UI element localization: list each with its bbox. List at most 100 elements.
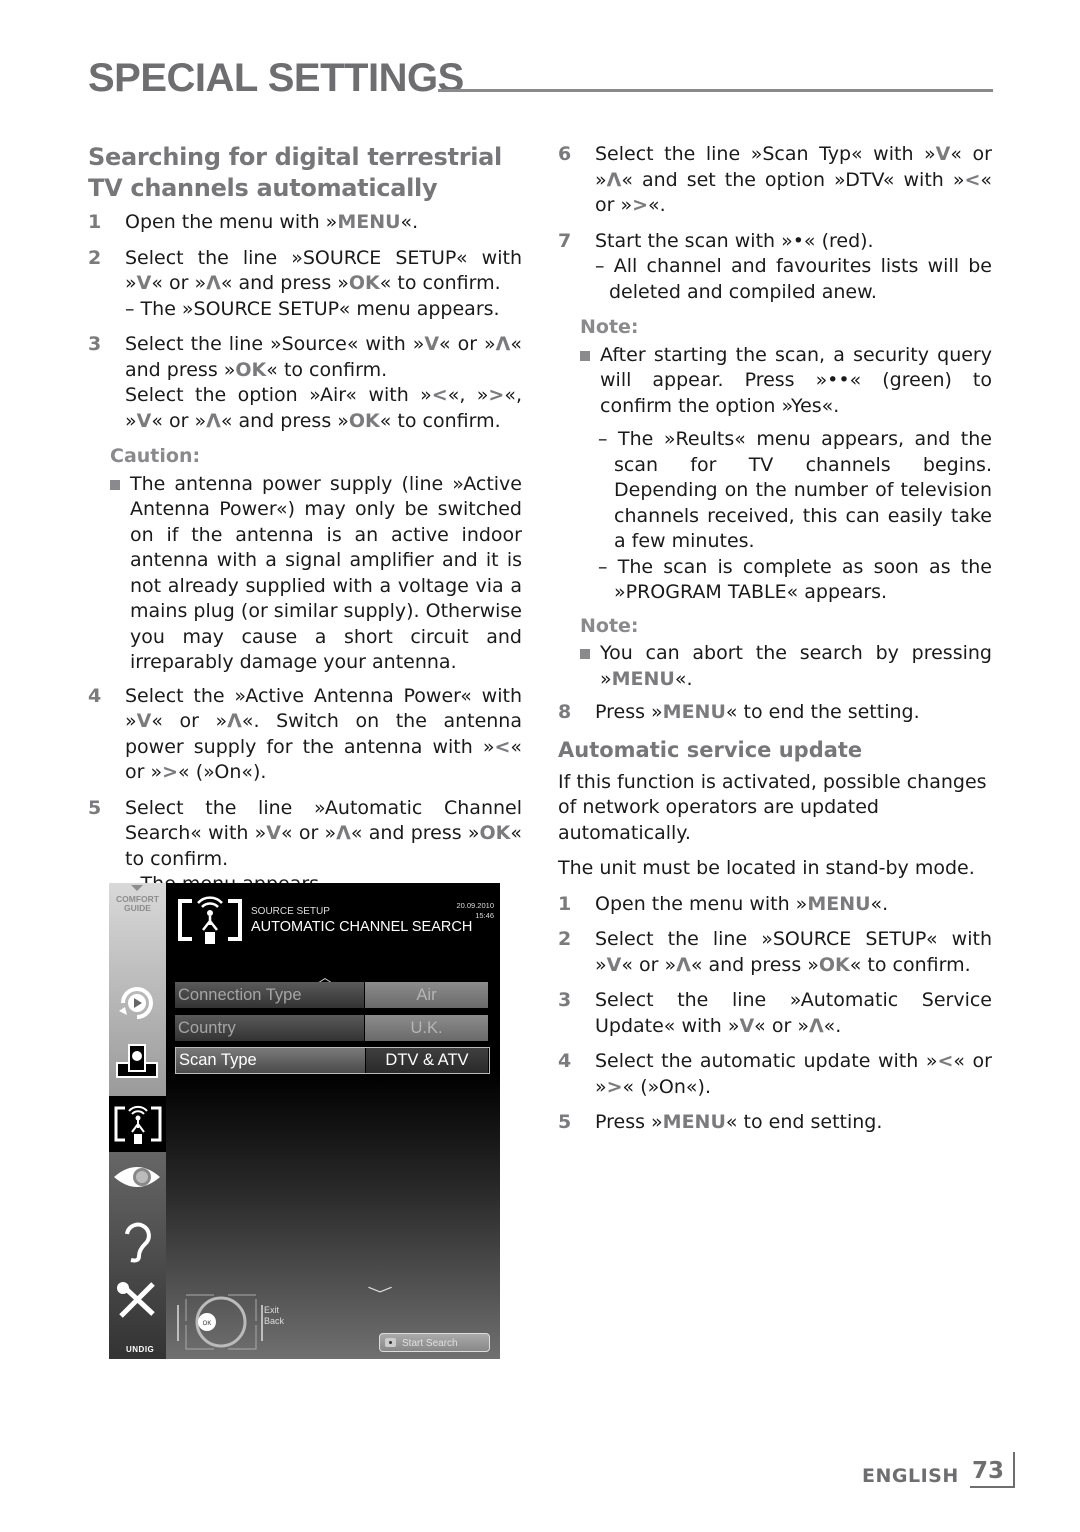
step-result: – All channel and favourites lists will … bbox=[595, 255, 992, 303]
footer-rule bbox=[970, 1486, 1014, 1488]
remote-key-label: OK bbox=[235, 358, 267, 381]
step-text: Select the line »Automatic Channel Searc… bbox=[125, 796, 522, 870]
step-number: 2 bbox=[558, 928, 572, 950]
step-detail: Select the option »Air« with »<«, »>«, »… bbox=[125, 384, 522, 432]
step-4: 4 Select the »Active Antenna Power« with… bbox=[88, 684, 522, 786]
source-play-icon bbox=[119, 987, 153, 1019]
remote-key-icon: V bbox=[136, 710, 152, 732]
row-label: Scan Type bbox=[176, 1048, 365, 1073]
remote-ok-label: OK bbox=[203, 1321, 212, 1327]
tv-menu-panel: SOURCE SETUP AUTOMATIC CHANNEL SEARCH 20… bbox=[166, 883, 500, 1359]
intro-paragraph: If this function is activated, possible … bbox=[558, 770, 987, 844]
menu-row-connection-type[interactable]: Connection Type Air bbox=[175, 982, 488, 1008]
step-1: 1 Open the menu with »MENU«. bbox=[88, 210, 522, 236]
step-number: 4 bbox=[88, 684, 102, 707]
ear-sound-icon[interactable] bbox=[119, 1220, 155, 1264]
remote-key-icon: Λ bbox=[206, 409, 221, 432]
remote-key-icon: > bbox=[606, 1075, 623, 1098]
page-title: SPECIAL SETTINGS bbox=[88, 56, 464, 100]
scroll-down-icon[interactable]: ﹀ bbox=[367, 1281, 393, 1305]
antenna-source-icon bbox=[114, 1105, 162, 1144]
step-text: Select the line »Automatic Service Updat… bbox=[595, 989, 992, 1037]
remote-key-icon: Λ bbox=[676, 953, 691, 976]
row-label: Country bbox=[175, 1015, 364, 1041]
remote-key-icon: < bbox=[494, 735, 511, 758]
remote-key-icon: V bbox=[136, 272, 152, 294]
step-number: 2 bbox=[88, 246, 102, 269]
step-text: Select the automatic update with »<« or … bbox=[595, 1050, 992, 1098]
note-label: Note: bbox=[580, 316, 639, 338]
note-bullet: After starting the scan, a security quer… bbox=[558, 343, 992, 420]
remote-key-icon: Λ bbox=[336, 822, 351, 844]
page-number: 73 bbox=[972, 1458, 1005, 1484]
step-text: Open the menu with »MENU«. bbox=[595, 892, 889, 915]
tv-menu-screenshot: COMFORT GUIDE UNDIG SOURCE SETUP AUTOMAT… bbox=[109, 883, 500, 1359]
update-step-4: 4 Select the automatic update with »<« o… bbox=[558, 1049, 992, 1100]
step-number: 1 bbox=[88, 211, 102, 233]
start-search-label: Start Search bbox=[402, 1338, 458, 1349]
row-label: Connection Type bbox=[175, 982, 364, 1008]
remote-key-label: OK bbox=[348, 272, 380, 294]
row-value: DTV & ATV bbox=[366, 1048, 488, 1073]
remote-key-label: MENU bbox=[662, 701, 726, 723]
remote-key-icon: Λ bbox=[606, 168, 622, 191]
remote-key-label: OK bbox=[818, 953, 850, 976]
step-text: Press »MENU« to end setting. bbox=[595, 1111, 883, 1133]
step-text: Select the line »SOURCE SETUP« with »V« … bbox=[125, 246, 522, 295]
menu-row-country[interactable]: Country U.K. bbox=[175, 1015, 488, 1041]
step-6: 6 Select the line »Scan Typ« with »V« or… bbox=[558, 142, 992, 219]
remote-key-icon: > bbox=[162, 761, 179, 783]
step-number: 4 bbox=[558, 1050, 572, 1072]
start-search-button[interactable]: Start Search bbox=[379, 1333, 490, 1352]
remote-key-label: MENU bbox=[662, 1111, 726, 1133]
step-2: 2 Select the line »SOURCE SETUP« with »V… bbox=[88, 246, 522, 323]
exit-hint: Exit bbox=[264, 1305, 280, 1315]
sidebar-lower: UNDIG bbox=[109, 1152, 166, 1359]
update-step-3: 3 Select the line »Automatic Service Upd… bbox=[558, 988, 992, 1039]
date-time: 20.09.2010 15:46 bbox=[456, 901, 494, 921]
row-value: U.K. bbox=[365, 1015, 488, 1041]
comfort-guide-label: COMFORT GUIDE bbox=[116, 894, 159, 913]
remote-key-label: MENU bbox=[611, 667, 675, 690]
eye-picture-icon[interactable] bbox=[112, 1162, 162, 1192]
remote-key-icon: V bbox=[424, 333, 440, 355]
tv-sidebar: COMFORT GUIDE UNDIG bbox=[109, 883, 166, 1359]
step-number: 8 bbox=[558, 701, 572, 723]
remote-key-icon: V bbox=[739, 1014, 755, 1037]
remote-key-icon: < bbox=[964, 168, 981, 191]
antenna-source-icon bbox=[178, 896, 242, 944]
remote-key-icon: Λ bbox=[808, 1014, 824, 1037]
brand-logo: UNDIG bbox=[126, 1345, 155, 1354]
tools-settings-icon[interactable] bbox=[115, 1280, 159, 1320]
sidebar-active-item[interactable] bbox=[109, 1096, 166, 1152]
caution-bullet: The antenna power supply (line »Active A… bbox=[88, 472, 522, 676]
note-dash-1: – The »Reults« menu appears, and the sca… bbox=[598, 428, 992, 552]
remote-key-label: OK bbox=[348, 409, 380, 432]
menu-title: AUTOMATIC CHANNEL SEARCH bbox=[251, 919, 473, 935]
step-number: 5 bbox=[88, 796, 102, 819]
step-text: Select the »Active Antenna Power« with »… bbox=[125, 684, 522, 784]
step-text: Select the line »Source« with »V« or »Λ«… bbox=[125, 333, 522, 381]
remote-key-icon: V bbox=[606, 953, 622, 976]
remote-navigation-icon: OK bbox=[177, 1294, 263, 1350]
step-text: Open the menu with »MENU«. bbox=[125, 211, 419, 233]
step-8: 8 Press »MENU« to end the setting. bbox=[558, 700, 992, 726]
bullet-square-icon bbox=[580, 649, 590, 659]
step-7: 7 Start the scan with »•« (red). – All c… bbox=[558, 229, 992, 306]
remote-key-icon: < bbox=[431, 384, 448, 406]
menu-row-scan-type[interactable]: Scan Type DTV & ATV bbox=[175, 1047, 490, 1074]
remote-key-label: MENU bbox=[807, 892, 871, 915]
left-column: Searching for digital terrestrial TV cha… bbox=[88, 142, 522, 908]
caution-label: Caution: bbox=[110, 445, 201, 467]
update-step-5: 5 Press »MENU« to end setting. bbox=[558, 1110, 992, 1136]
caution-text: The antenna power supply (line »Active A… bbox=[130, 472, 522, 674]
right-column: 6 Select the line »Scan Typ« with »V« or… bbox=[558, 142, 992, 1146]
remote-key-icon: Λ bbox=[206, 272, 221, 294]
remote-key-icon: V bbox=[136, 409, 152, 432]
note-dash-2: – The scan is complete as soon as the »P… bbox=[598, 555, 992, 604]
step-number: 1 bbox=[558, 892, 572, 915]
remote-key-icon: V bbox=[935, 143, 951, 165]
step-number: 3 bbox=[558, 989, 572, 1011]
remote-key-icon: > bbox=[488, 384, 505, 406]
step-number: 3 bbox=[88, 333, 102, 355]
